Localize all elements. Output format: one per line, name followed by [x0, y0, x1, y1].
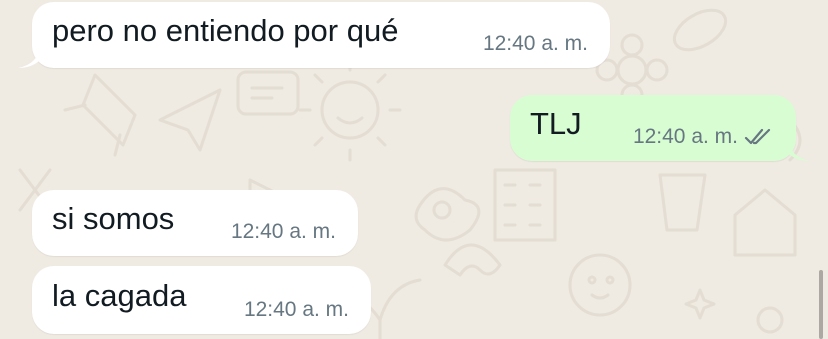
- message-timestamp: 12:40 a. m.: [482, 32, 588, 55]
- message-timestamp: 12:40 a. m.: [230, 220, 336, 243]
- message-timestamp: 12:40 a. m.: [632, 125, 738, 148]
- message-text: si somos: [52, 201, 175, 236]
- message-meta: 12:40 a. m.: [633, 125, 774, 149]
- message-bubble-incoming[interactable]: si somos 12:40 a. m.: [32, 190, 358, 256]
- message-text: pero no entiendo por qué: [52, 13, 399, 48]
- message-meta: 12:40 a. m.: [244, 298, 349, 322]
- message-text: la cagada: [52, 278, 187, 313]
- message-bubble-incoming[interactable]: pero no entiendo por qué 12:40 a. m.: [18, 2, 610, 68]
- message-meta: 12:40 a. m.: [483, 32, 588, 56]
- read-double-check-icon: [744, 128, 771, 145]
- message-bubble-outgoing[interactable]: TLJ 12:40 a. m.: [510, 95, 810, 161]
- scrollbar-thumb[interactable]: [819, 270, 823, 339]
- message-timestamp: 12:40 a. m.: [243, 298, 349, 321]
- message-bubble-incoming[interactable]: la cagada 12:40 a. m.: [32, 266, 371, 334]
- bubble-tail-icon: [788, 139, 810, 161]
- message-text: TLJ: [530, 106, 582, 141]
- message-meta: 12:40 a. m.: [231, 220, 336, 244]
- bubble-tail-icon: [18, 46, 40, 68]
